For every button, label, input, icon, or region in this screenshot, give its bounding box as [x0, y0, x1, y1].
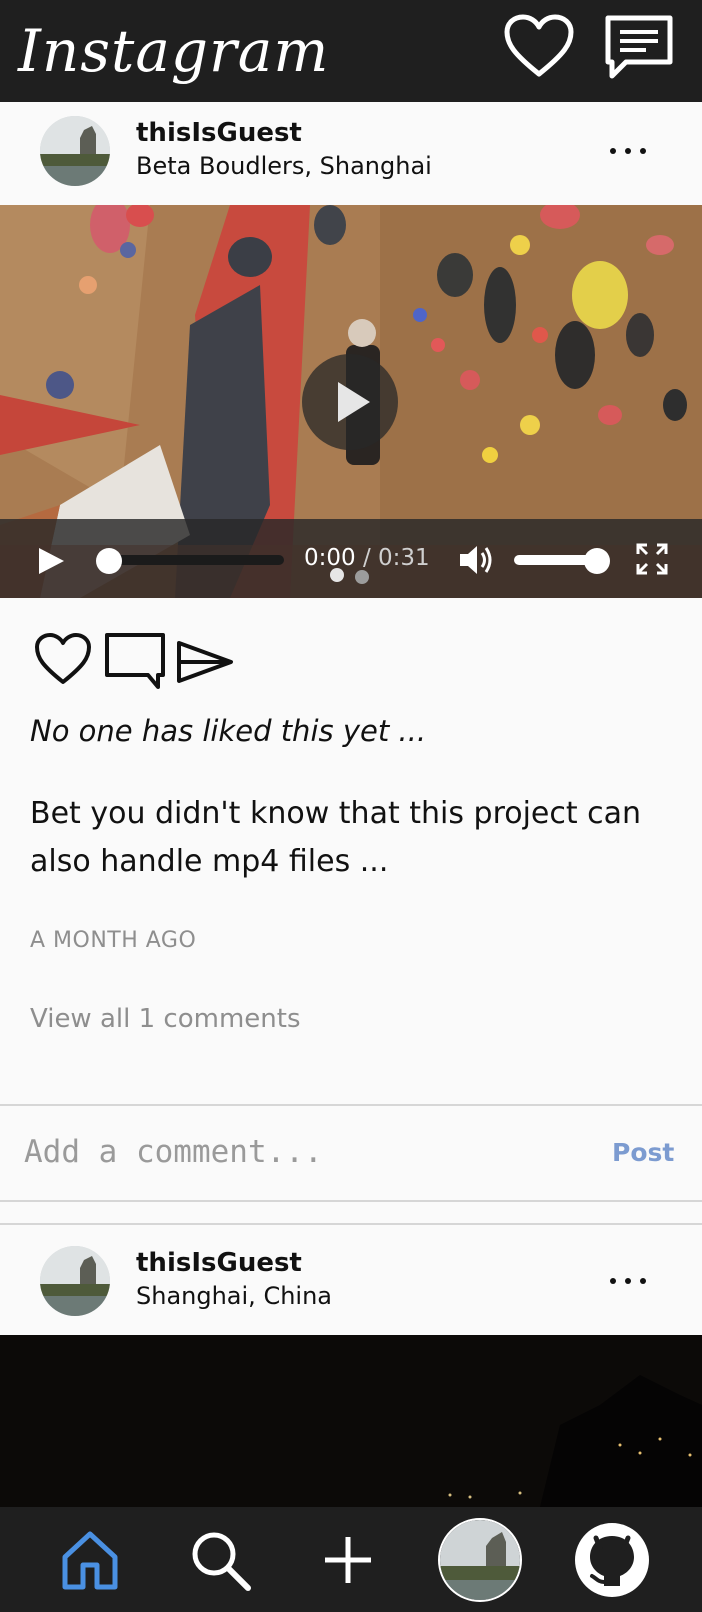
app-logo[interactable]: Instagram	[18, 12, 329, 90]
post-location[interactable]: Shanghai, China	[136, 1282, 332, 1310]
post-image[interactable]	[0, 1335, 702, 1507]
video-duration: 0:31	[378, 545, 430, 571]
comment-input[interactable]	[24, 1132, 584, 1172]
heart-icon[interactable]	[504, 14, 574, 84]
home-icon[interactable]	[48, 1507, 132, 1612]
message-icon[interactable]	[604, 14, 674, 84]
post-location[interactable]: Beta Boudlers, Shanghai	[136, 152, 432, 180]
post-username[interactable]: thisIsGuest	[136, 118, 302, 148]
likes-text: No one has liked this yet ...	[30, 714, 427, 748]
time-separator: /	[362, 545, 371, 571]
more-options-icon[interactable]	[604, 140, 652, 164]
share-icon[interactable]	[176, 640, 234, 688]
video-controls: 0:00 / 0:31	[0, 519, 702, 598]
post-time: A MONTH AGO	[30, 928, 197, 953]
post-caption: Bet you didn't know that this project ca…	[30, 796, 642, 879]
add-icon[interactable]	[306, 1507, 390, 1612]
top-bar: Instagram	[0, 0, 702, 102]
profile-avatar[interactable]	[436, 1507, 524, 1612]
play-icon[interactable]	[36, 546, 66, 580]
seek-bar[interactable]	[106, 555, 284, 565]
github-icon[interactable]	[570, 1507, 654, 1612]
like-heart-icon[interactable]	[34, 632, 92, 690]
carousel-dot[interactable]	[355, 570, 369, 584]
avatar[interactable]	[40, 1246, 110, 1316]
comment-icon[interactable]	[104, 632, 166, 694]
video-time: 0:00 / 0:31	[304, 545, 430, 571]
volume-handle[interactable]	[584, 548, 610, 574]
seek-handle[interactable]	[96, 548, 122, 574]
search-icon[interactable]	[178, 1507, 262, 1612]
bottom-nav	[0, 1507, 702, 1612]
avatar[interactable]	[40, 116, 110, 186]
post-header: thisIsGuest Shanghai, China	[0, 1232, 702, 1336]
video-play-overlay-button[interactable]	[302, 354, 398, 450]
post-username[interactable]: thisIsGuest	[136, 1248, 302, 1278]
post-video[interactable]: 0:00 / 0:31	[0, 205, 702, 598]
current-time: 0:00	[304, 545, 356, 571]
fullscreen-icon[interactable]	[636, 543, 668, 579]
view-comments-link[interactable]: View all 1 comments	[30, 1004, 301, 1034]
carousel-dot-active[interactable]	[330, 568, 344, 582]
divider	[0, 1104, 702, 1106]
divider	[0, 1223, 702, 1225]
post-comment-button[interactable]: Post	[612, 1138, 674, 1167]
volume-icon[interactable]	[458, 543, 494, 581]
more-options-icon[interactable]	[604, 1270, 652, 1294]
divider	[0, 1200, 702, 1202]
post-header: thisIsGuest Beta Boudlers, Shanghai	[0, 102, 702, 206]
